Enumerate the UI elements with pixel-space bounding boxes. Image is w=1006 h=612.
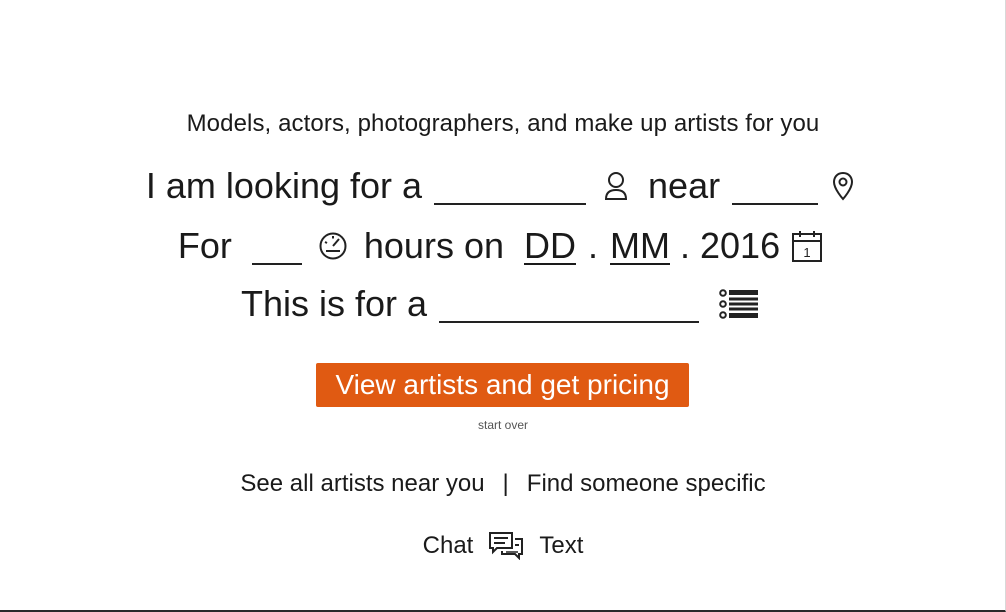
start-over-link[interactable]: start over xyxy=(0,418,1006,432)
near-label: near xyxy=(648,165,721,206)
contact-options: Chat Text xyxy=(0,532,1006,560)
location-pin-icon[interactable] xyxy=(832,171,854,201)
secondary-links: See all artists near you | Find someone … xyxy=(0,470,1006,498)
link-separator: | xyxy=(502,470,509,497)
calendar-day-number: 1 xyxy=(803,245,810,260)
hours-field[interactable] xyxy=(251,227,302,265)
tagline: Models, actors, photographers, and make … xyxy=(186,110,820,137)
chat-link[interactable]: Chat xyxy=(423,532,474,560)
purpose-label: This is for a xyxy=(240,283,428,324)
purpose-row: This is for a xyxy=(0,283,1006,325)
chat-bubbles-icon[interactable] xyxy=(489,532,524,560)
text-link[interactable]: Text xyxy=(539,532,583,560)
calendar-icon[interactable]: 1 xyxy=(792,230,823,262)
location-field[interactable] xyxy=(732,167,819,205)
looking-for-row: I am looking for a near xyxy=(0,165,1006,207)
artist-type-field[interactable] xyxy=(434,167,587,205)
duration-date-row: For hours on DD . MM . 2016 1 xyxy=(0,225,1006,267)
find-someone-link[interactable]: Find someone specific xyxy=(527,470,766,498)
speedometer-icon[interactable] xyxy=(318,231,348,261)
looking-for-label: I am looking for a xyxy=(145,165,423,206)
see-all-artists-link[interactable]: See all artists near you xyxy=(240,470,484,498)
day-field[interactable]: DD xyxy=(524,225,576,267)
month-field[interactable]: MM xyxy=(610,225,670,267)
date-dot: . xyxy=(588,225,599,266)
list-icon[interactable] xyxy=(719,289,759,319)
year-text: . 2016 xyxy=(680,225,781,266)
view-artists-button[interactable]: View artists and get pricing xyxy=(316,363,689,407)
hours-on-label: hours on xyxy=(363,225,504,266)
user-icon[interactable] xyxy=(604,171,628,201)
purpose-field[interactable] xyxy=(439,285,700,323)
for-label: For xyxy=(177,225,232,266)
